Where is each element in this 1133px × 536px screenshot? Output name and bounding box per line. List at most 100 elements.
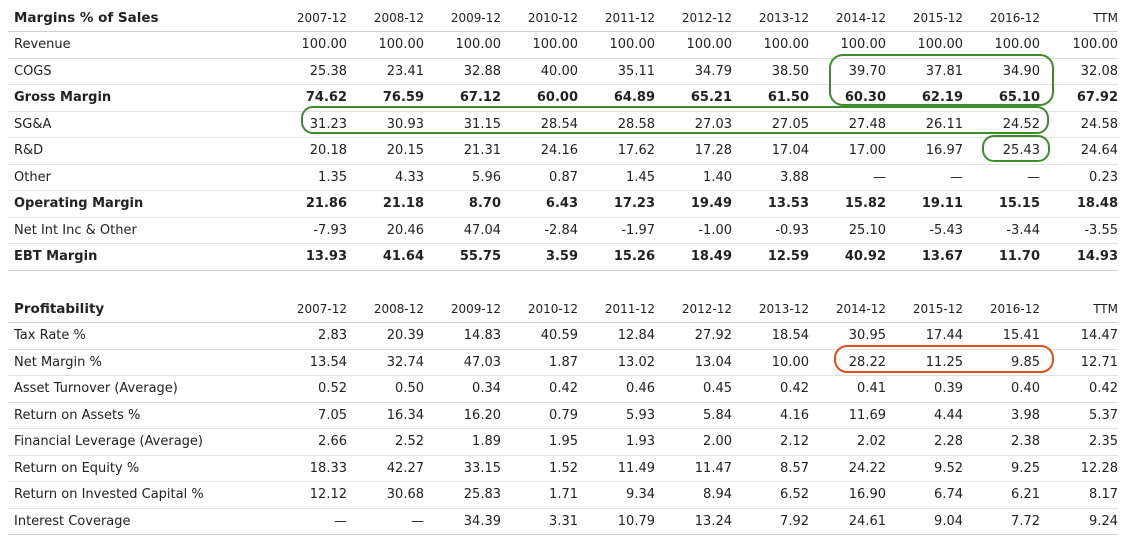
value-cell: 33.15 <box>424 455 501 482</box>
row-label: Operating Margin <box>8 190 270 218</box>
table-row: Operating Margin 21.86 21.18 8.70 6.43 17.23 1… <box>8 190 1118 218</box>
value-cell: 21.86 <box>270 190 347 218</box>
value-cell: 18.54 <box>732 322 809 350</box>
value-cell: 3.98 <box>963 402 1040 429</box>
value-cell: 32.74 <box>347 349 424 376</box>
value-cell: 32.88 <box>424 58 501 85</box>
value-cell: 24.64 <box>1040 137 1118 165</box>
value-cell: 13.53 <box>732 190 809 218</box>
value-cell: 11.47 <box>655 455 732 482</box>
value-cell: 28.54 <box>501 111 578 138</box>
table-row: EBT Margin 13.93 41.64 55.75 3.59 15.26 18.49 1… <box>8 243 1118 271</box>
margins-section-title: Margins % of Sales <box>8 5 270 32</box>
table-row: SG&A 31.23 30.93 31.15 28.54 28.58 27.03 27.05 2… <box>8 111 1118 138</box>
table-row: Tax Rate % 2.83 20.39 14.83 40.59 12.84 27.92 1… <box>8 322 1118 350</box>
value-cell: 31.15 <box>424 111 501 138</box>
value-cell: 31.23 <box>270 111 347 138</box>
value-cell: 28.22 <box>809 349 886 376</box>
value-cell: 16.97 <box>886 137 963 165</box>
value-cell: 0.79 <box>501 402 578 429</box>
value-cell: 27.05 <box>732 111 809 138</box>
value-cell: 11.49 <box>578 455 655 482</box>
value-cell: 1.87 <box>501 349 578 376</box>
value-cell: 4.16 <box>732 402 809 429</box>
value-cell: 17.00 <box>809 137 886 165</box>
value-cell: 30.95 <box>809 322 886 350</box>
value-cell: 0.87 <box>501 164 578 191</box>
value-cell: 42.27 <box>347 455 424 482</box>
value-cell: 62.19 <box>886 84 963 112</box>
value-cell: 10.79 <box>578 508 655 535</box>
value-cell: 13.04 <box>655 349 732 376</box>
value-cell: 1.89 <box>424 428 501 456</box>
value-cell: 1.95 <box>501 428 578 456</box>
value-cell: — <box>347 508 424 535</box>
value-cell: 47.04 <box>424 217 501 244</box>
year-header: TTM <box>1040 296 1118 323</box>
value-cell: 15.82 <box>809 190 886 218</box>
year-header: 2015-12 <box>886 296 963 323</box>
value-cell: 16.20 <box>424 402 501 429</box>
value-cell: 40.00 <box>501 58 578 85</box>
year-header: 2016-12 <box>963 296 1040 323</box>
value-cell: 3.31 <box>501 508 578 535</box>
table-row: Asset Turnover (Average) 0.52 0.50 0.34 0.42… <box>8 375 1118 403</box>
profitability-table: Profitability 2007-12 2008-12 2009-12 2010-1… <box>8 296 1118 535</box>
value-cell: 0.40 <box>963 375 1040 403</box>
value-cell: 60.00 <box>501 84 578 112</box>
year-header: 2016-12 <box>963 5 1040 32</box>
value-cell: 8.17 <box>1040 481 1118 509</box>
value-cell: 37.81 <box>886 58 963 85</box>
row-label: Asset Turnover (Average) <box>8 375 270 403</box>
value-cell: 32.08 <box>1040 58 1118 85</box>
year-header: 2013-12 <box>732 296 809 323</box>
value-cell: 61.50 <box>732 84 809 112</box>
value-cell: 1.40 <box>655 164 732 191</box>
row-label: Gross Margin <box>8 84 270 112</box>
value-cell: 12.59 <box>732 243 809 271</box>
value-cell: 20.15 <box>347 137 424 165</box>
value-cell: 8.70 <box>424 190 501 218</box>
value-cell: 100.00 <box>886 31 963 59</box>
row-label: Other <box>8 164 270 191</box>
value-cell: 17.28 <box>655 137 732 165</box>
value-cell: 24.61 <box>809 508 886 535</box>
value-cell: — <box>809 164 886 191</box>
margins-table: Margins % of Sales 2007-12 2008-12 2009-12 2… <box>8 5 1118 271</box>
value-cell: 14.83 <box>424 322 501 350</box>
value-cell: -7.93 <box>270 217 347 244</box>
row-label: Return on Assets % <box>8 402 270 429</box>
value-cell: 18.33 <box>270 455 347 482</box>
value-cell: 0.42 <box>732 375 809 403</box>
year-header: 2008-12 <box>347 296 424 323</box>
value-cell: 14.47 <box>1040 322 1118 350</box>
year-header: 2012-12 <box>655 5 732 32</box>
value-cell: -3.55 <box>1040 217 1118 244</box>
value-cell: 4.33 <box>347 164 424 191</box>
value-cell: 9.25 <box>963 455 1040 482</box>
value-cell: 38.50 <box>732 58 809 85</box>
value-cell: 25.83 <box>424 481 501 509</box>
value-cell: 5.84 <box>655 402 732 429</box>
value-cell: 24.58 <box>1040 111 1118 138</box>
value-cell: 40.92 <box>809 243 886 271</box>
value-cell: 4.44 <box>886 402 963 429</box>
value-cell: 21.31 <box>424 137 501 165</box>
year-header: 2011-12 <box>578 5 655 32</box>
value-cell: 6.21 <box>963 481 1040 509</box>
value-cell: 0.39 <box>886 375 963 403</box>
value-cell: 1.71 <box>501 481 578 509</box>
value-cell: 1.93 <box>578 428 655 456</box>
value-cell: 17.62 <box>578 137 655 165</box>
value-cell: 2.12 <box>732 428 809 456</box>
value-cell: 20.39 <box>347 322 424 350</box>
value-cell: 24.22 <box>809 455 886 482</box>
value-cell: 13.67 <box>886 243 963 271</box>
value-cell: 9.24 <box>1040 508 1118 535</box>
table-row: Return on Assets % 7.05 16.34 16.20 0.79 5.93… <box>8 402 1118 429</box>
value-cell: 25.38 <box>270 58 347 85</box>
row-label: Interest Coverage <box>8 508 270 535</box>
value-cell: 13.02 <box>578 349 655 376</box>
value-cell: 2.35 <box>1040 428 1118 456</box>
margins-header-row: Margins % of Sales 2007-12 2008-12 2009-12 2… <box>8 5 1118 32</box>
